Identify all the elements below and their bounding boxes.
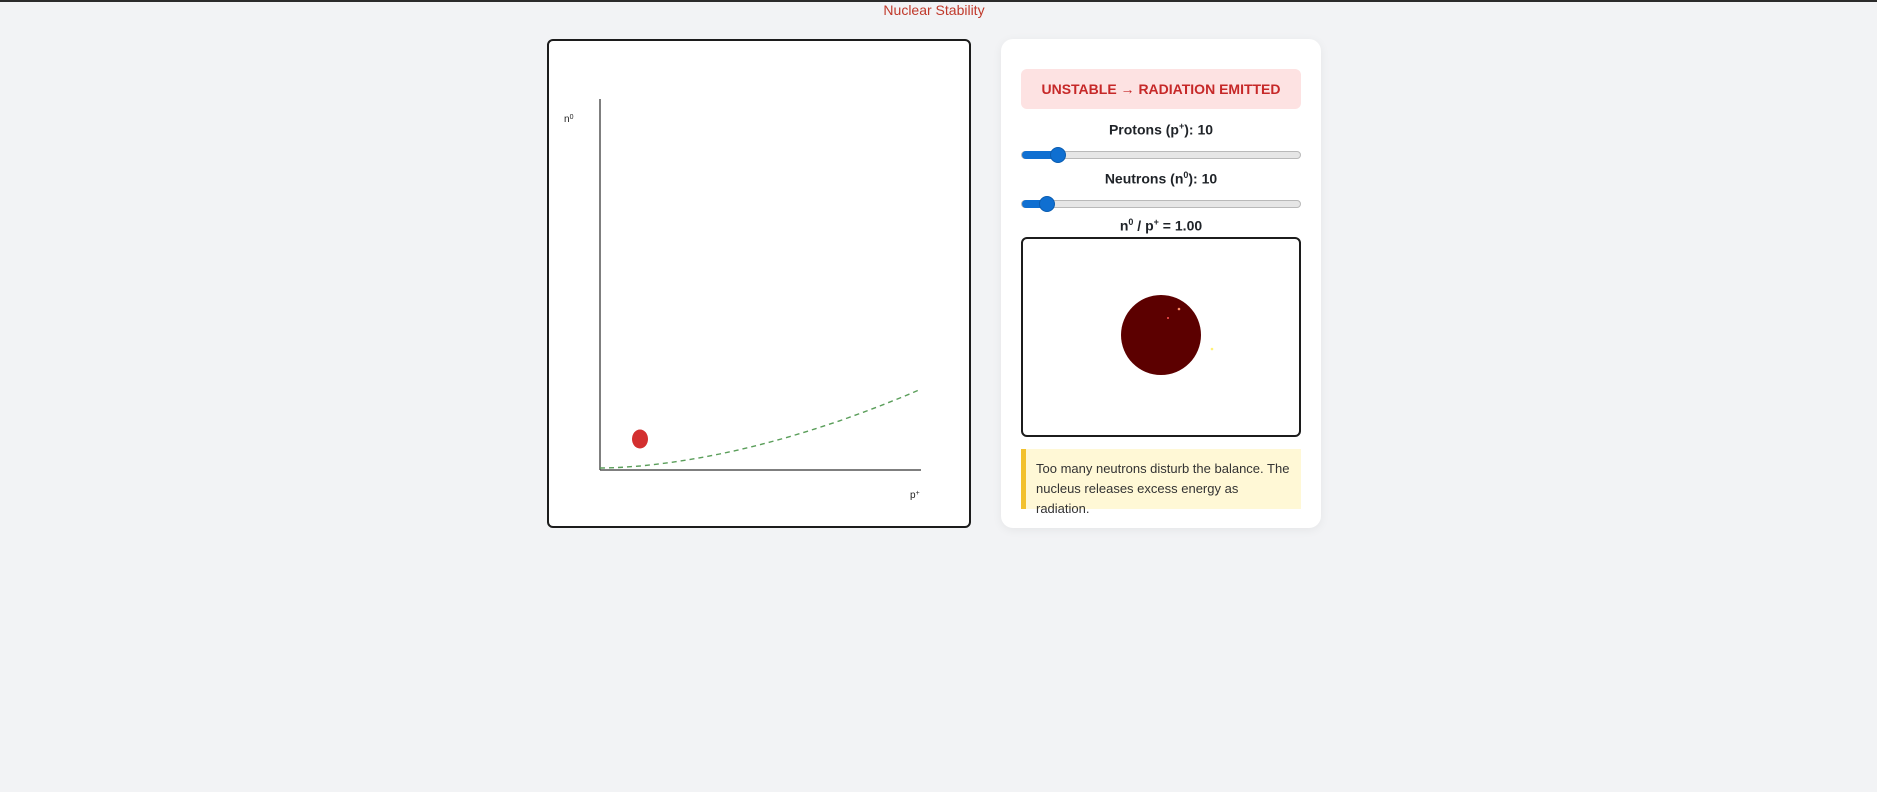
nucleus-visualization	[1021, 237, 1301, 437]
nucleus-canvas	[1121, 295, 1214, 375]
nucleus-core	[1121, 295, 1201, 375]
protons-label: Protons (p+): 10	[1001, 121, 1321, 138]
neutrons-label-suffix: ):	[1188, 170, 1198, 187]
nucleus-data-point	[632, 429, 648, 449]
ratio-equals: =	[1158, 217, 1175, 234]
status-banner: UNSTABLE → RADIATION EMITTED	[1021, 69, 1301, 109]
protons-value: 10	[1197, 121, 1214, 138]
neutrons-label: Neutrons (n0): 10	[1001, 170, 1321, 187]
x-axis-label: p+	[910, 490, 920, 501]
x-axis-label-sup: +	[916, 490, 920, 497]
stability-band-line	[599, 389, 920, 469]
neutrons-value: 10	[1201, 170, 1218, 187]
ratio-p: p	[1145, 217, 1154, 234]
info-box: Too many neutrons disturb the balance. T…	[1021, 449, 1301, 516]
neutrons-label-prefix: Neutrons (n	[1104, 170, 1184, 187]
radiation-particle	[1210, 347, 1214, 351]
neutrons-slider[interactable]	[1021, 196, 1301, 212]
y-axis-label-sup: 0	[570, 114, 574, 121]
nucleus-particle	[1177, 307, 1181, 311]
neutrons-slider-thumb[interactable]	[1039, 196, 1055, 212]
ratio-readout: n0 / p+ = 1.00	[1001, 217, 1321, 234]
control-panel: UNSTABLE → RADIATION EMITTED Protons (p+…	[1001, 39, 1321, 528]
protons-slider-thumb[interactable]	[1050, 147, 1066, 163]
nucleus-particle	[1167, 317, 1169, 319]
page-title: Nuclear Stability	[883, 2, 985, 18]
y-axis-label: n0	[564, 114, 574, 125]
protons-label-prefix: Protons (p	[1108, 121, 1179, 138]
protons-label-suffix: ):	[1184, 121, 1194, 138]
protons-slider[interactable]	[1021, 147, 1301, 163]
stability-chart-card: n0 p+	[547, 39, 971, 528]
ratio-slash: /	[1133, 217, 1146, 234]
stability-chart: n0 p+	[564, 99, 921, 501]
ratio-value: 1.00	[1174, 217, 1203, 234]
